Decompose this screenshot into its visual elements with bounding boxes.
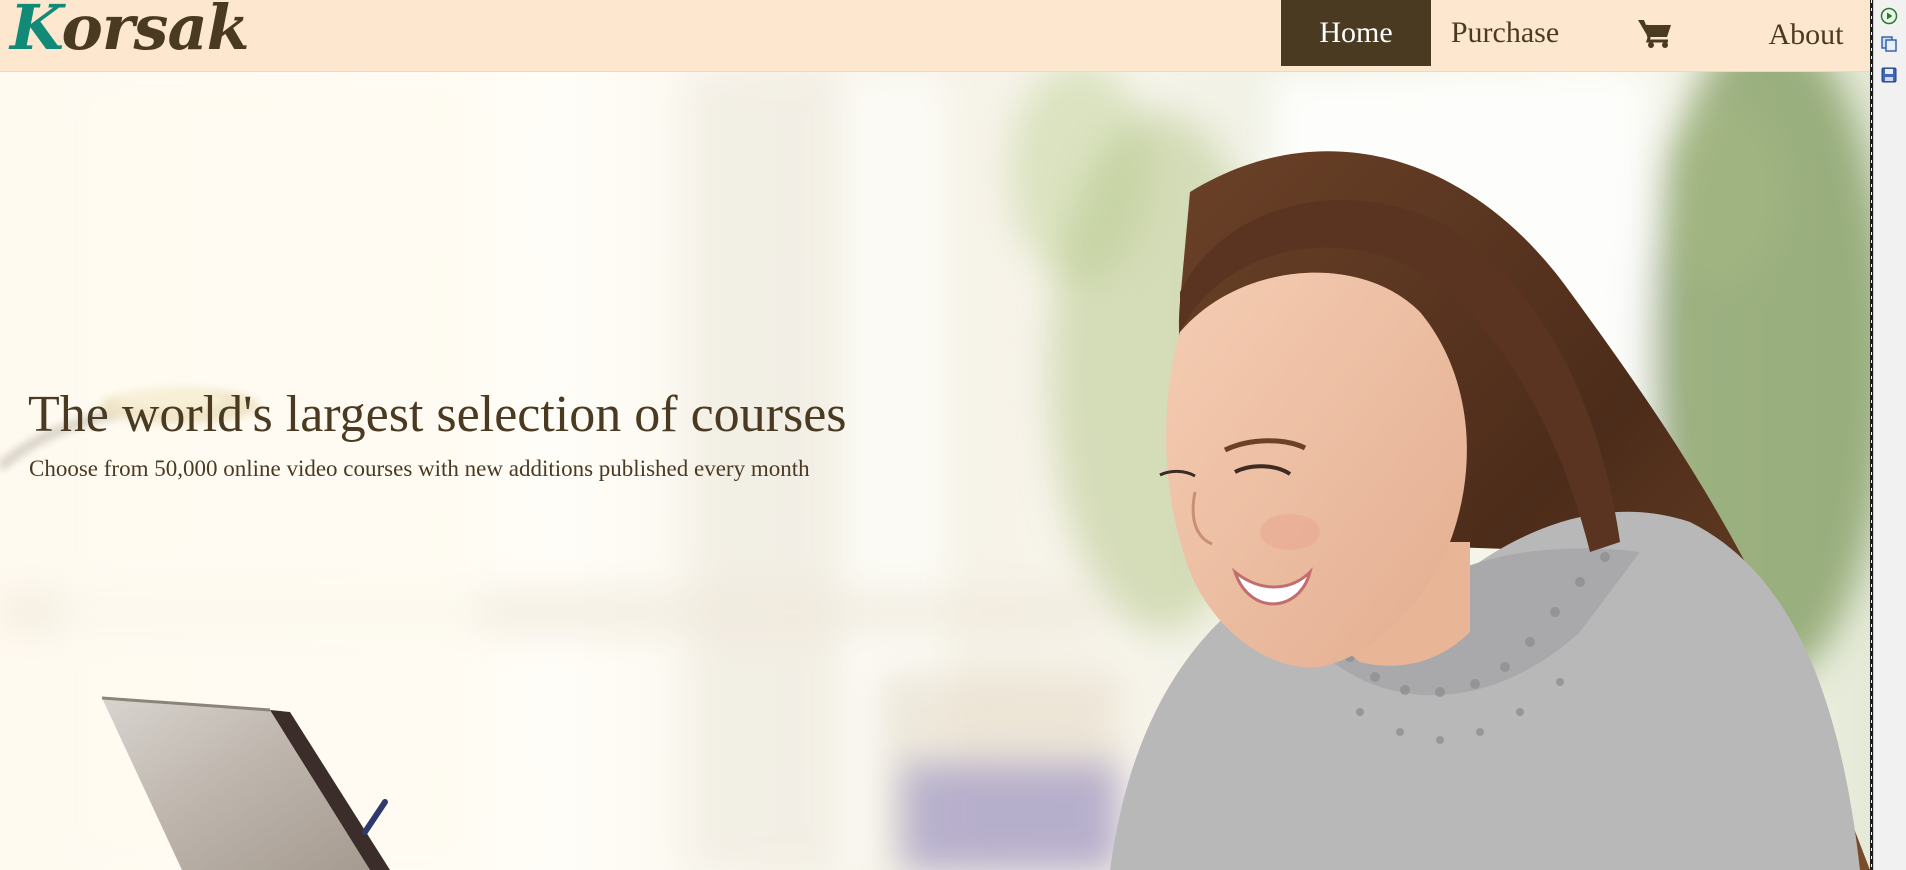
hero-title: The world's largest selection of courses	[28, 386, 847, 443]
hero-section: The world's largest selection of courses…	[0, 72, 1870, 870]
page: Korsak Home Purchase About The world's l…	[0, 0, 1906, 870]
nav-cart-link[interactable]	[1620, 0, 1690, 66]
shopping-cart-icon	[1638, 20, 1671, 48]
play-icon	[1880, 7, 1898, 25]
side-copy-button[interactable]	[1879, 34, 1899, 54]
logo-initial: K	[10, 0, 63, 64]
brand-logo[interactable]: Korsak	[10, 0, 250, 64]
side-save-button[interactable]	[1879, 65, 1899, 85]
side-play-button[interactable]	[1879, 6, 1899, 26]
side-toolbar	[1873, 0, 1906, 870]
save-icon	[1881, 67, 1897, 83]
nav-home-link[interactable]: Home	[1281, 0, 1431, 66]
nav-purchase-link[interactable]: Purchase	[1431, 0, 1579, 66]
copy-icon	[1881, 36, 1897, 52]
nav-about-link[interactable]: About	[1750, 2, 1862, 68]
hero-subtitle: Choose from 50,000 online video courses …	[29, 456, 810, 481]
page-edge-dots	[1871, 0, 1872, 870]
top-navbar: Korsak Home Purchase About	[0, 0, 1870, 72]
logo-text: orsak	[61, 0, 250, 64]
